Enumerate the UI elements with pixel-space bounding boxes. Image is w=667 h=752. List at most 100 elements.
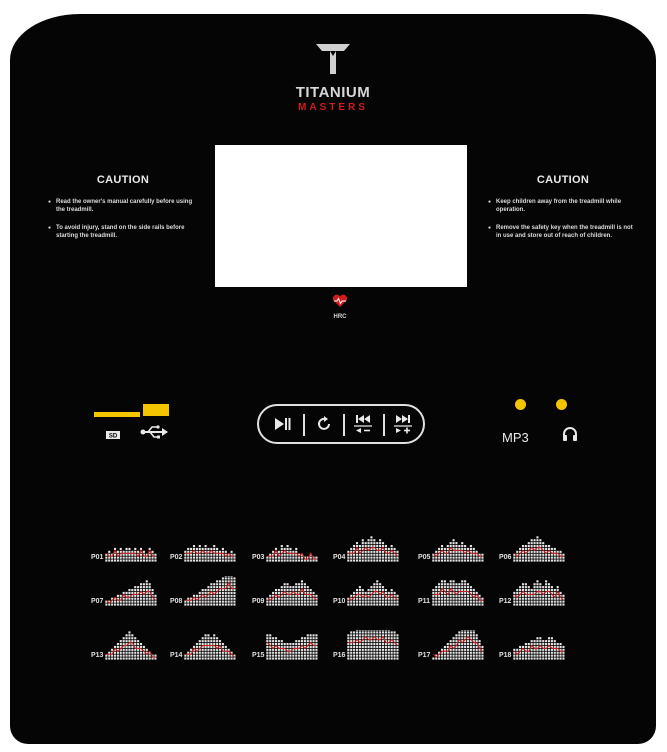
profile-segment [533, 586, 537, 589]
divider [383, 414, 385, 436]
previous-volume-down-button[interactable] [349, 410, 377, 438]
profile-segment [222, 645, 225, 648]
profile-segment [475, 597, 478, 600]
profile-segment [347, 600, 350, 603]
profile-segment [117, 550, 120, 553]
profile-segment [196, 651, 199, 654]
profile-segment [382, 645, 385, 648]
profile-segment [225, 648, 228, 651]
profile-segment [519, 589, 522, 592]
profile-segment [210, 586, 213, 589]
profile-segment [289, 559, 292, 562]
profile-segment [310, 559, 313, 562]
profile-segment [295, 556, 298, 559]
profile-segment [528, 651, 531, 654]
profile-segment [295, 589, 298, 592]
profile-segment [391, 545, 394, 548]
profile-segment [365, 634, 368, 637]
program-label: P06 [499, 554, 512, 561]
profile-segment [464, 651, 467, 654]
profile-segment [216, 603, 219, 606]
profile-segment [476, 556, 479, 559]
profile-segment [554, 600, 557, 603]
profile-segment [385, 545, 388, 548]
profile-segment [516, 597, 519, 600]
profile-segment [388, 634, 391, 637]
profile-segment [120, 654, 123, 657]
profile-segment [444, 648, 447, 651]
profile-segment [131, 603, 134, 606]
profile-segment [128, 651, 131, 654]
profile-segment [513, 597, 516, 600]
profile-segment [548, 648, 551, 651]
profile-segment [531, 657, 534, 660]
profile-segment [470, 630, 473, 631]
play-pause-button[interactable] [269, 410, 295, 438]
profile-segment [376, 580, 379, 583]
profile-segment [391, 651, 394, 654]
repeat-button[interactable] [311, 410, 337, 438]
profile-segment [204, 651, 208, 654]
profile-segment [562, 553, 565, 556]
profile-segment [301, 637, 304, 640]
program-label: P08 [170, 598, 183, 605]
profile-segment [367, 550, 371, 553]
profile-segment [146, 589, 149, 592]
profile-segment [362, 559, 365, 562]
profile-segment [379, 600, 382, 603]
profile-segment [143, 589, 146, 592]
profile-segment [365, 542, 368, 545]
program-profile: P15 [252, 630, 318, 660]
profile-segment [545, 640, 548, 643]
profile-segment [353, 603, 356, 606]
profile-segment [307, 654, 310, 657]
usb-port[interactable] [143, 404, 169, 416]
profile-segment [525, 654, 528, 657]
profile-segment [548, 654, 551, 657]
profile-segment [210, 600, 213, 603]
profile-segment [125, 651, 129, 654]
profile-segment [199, 603, 202, 606]
profile-segment [461, 559, 464, 562]
profile-segment [140, 651, 143, 654]
profile-segment [219, 550, 222, 553]
profile-segment [464, 556, 467, 559]
profile-segment [373, 645, 376, 648]
profile-segment [388, 547, 391, 550]
profile-segment [199, 657, 202, 660]
profile-segment [125, 645, 129, 648]
profile-segment [222, 603, 225, 606]
profile-segment [551, 586, 554, 589]
profile-segment [307, 594, 310, 597]
profile-segment [292, 603, 295, 606]
profile-segment [222, 589, 225, 592]
profile-segment [187, 550, 190, 553]
profile-segment [449, 591, 452, 594]
brand-name: TITANIUM [295, 84, 371, 101]
profile-segment [134, 637, 137, 640]
profile-segment [554, 645, 557, 648]
profile-segment [516, 591, 519, 594]
profile-segment [295, 597, 298, 600]
profile-segment [204, 545, 208, 548]
profile-segment [391, 643, 394, 646]
profile-segment [467, 594, 470, 597]
profile-segment [193, 553, 196, 556]
profile-segment [473, 556, 476, 559]
profile-segment [222, 643, 225, 646]
next-volume-up-button[interactable] [389, 410, 417, 438]
profile-segment [388, 648, 391, 651]
profile-segment [128, 657, 131, 660]
profile-segment [539, 586, 542, 589]
program-profile: P02 [170, 532, 236, 562]
sd-card-slot[interactable] [94, 412, 140, 417]
profile-segment [105, 657, 108, 660]
profile-segment [131, 648, 134, 651]
profile-segment [193, 556, 196, 559]
profile-segment [275, 643, 278, 646]
headphone-icon[interactable] [562, 426, 578, 442]
profile-segment [370, 586, 373, 589]
profile-segment [435, 559, 438, 562]
profile-segment [513, 556, 516, 559]
profile-segment [225, 591, 228, 594]
